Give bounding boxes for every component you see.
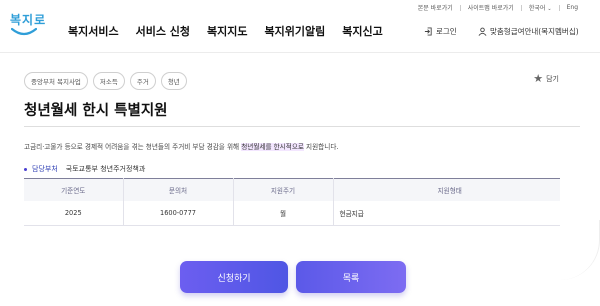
cell-contact: 1600-0777 — [123, 200, 234, 226]
service-info-table: 기준연도 문의처 지원주기 지원형태 2025 1600-0777 월 현금지급 — [24, 178, 560, 226]
tag-item[interactable]: 중앙부처 복지사업 — [24, 72, 88, 90]
nav-item-crisis-alert[interactable]: 복지위기알림 — [265, 23, 326, 39]
list-button[interactable]: 목록 — [296, 261, 406, 293]
department-info: 담당부처 국토교통부 청년주거정책과 — [24, 164, 145, 174]
column-header-year: 기준연도 — [24, 178, 124, 201]
table-header-row: 기준연도 문의처 지원주기 지원형태 — [24, 178, 560, 201]
login-icon — [424, 27, 432, 36]
page-title: 청년월세 한시 특별지원 — [24, 103, 168, 119]
column-header-contact: 문의처 — [123, 178, 234, 201]
apply-button[interactable]: 신청하기 — [180, 261, 288, 293]
description-text-end: 지원합니다. — [303, 143, 339, 151]
title-divider — [24, 126, 580, 127]
cell-year: 2025 — [24, 200, 124, 226]
language-label: 한국어 — [528, 5, 546, 12]
favorite-label: 담기 — [546, 74, 559, 83]
bullet-icon — [24, 167, 27, 171]
user-icon — [478, 27, 487, 36]
tag-item[interactable]: 저소득 — [92, 72, 125, 90]
divider — [558, 4, 560, 11]
column-header-type: 지원형태 — [333, 178, 560, 201]
tag-list: 중앙부처 복지사업 저소득 주거 청년 — [24, 72, 192, 90]
table-row: 2025 1600-0777 월 현금지급 — [24, 200, 560, 226]
login-label: 로그인 — [436, 27, 457, 36]
skip-to-content-link[interactable]: 본문 바로가기 — [418, 3, 453, 12]
column-header-cycle: 지원주기 — [233, 178, 334, 201]
cell-type: 현금지급 — [333, 200, 560, 226]
skip-to-sitemap-link[interactable]: 사이트맵 바로가기 — [468, 3, 514, 12]
nav-item-welfare-map[interactable]: 복지지도 — [207, 23, 247, 39]
description-highlight: 청년월세를 한시적으로 — [241, 143, 304, 151]
department-label: 담당부처 — [32, 165, 58, 173]
tag-item[interactable]: 주거 — [129, 72, 156, 90]
utility-bar: 본문 바로가기 사이트맵 바로가기 한국어 ⌄ Eng — [418, 3, 578, 12]
divider — [520, 4, 522, 11]
favorite-button[interactable]: ★ 담기 — [533, 72, 559, 85]
logo-smile-icon — [11, 27, 37, 36]
decorative-curve — [540, 220, 600, 280]
header-divider — [0, 52, 600, 53]
chevron-down-icon: ⌄ — [547, 6, 552, 12]
logo-text: 복지로 — [10, 13, 47, 27]
custom-benefit-label: 맞춤형급여안내(복지멤버십) — [490, 27, 579, 36]
tag-item[interactable]: 청년 — [160, 72, 187, 90]
star-icon: ★ — [533, 72, 544, 85]
login-link[interactable]: 로그인 — [424, 26, 457, 37]
custom-benefit-link[interactable]: 맞춤형급여안내(복지멤버십) — [478, 26, 579, 37]
service-description: 고금리·고물가 등으로 경제적 어려움을 겪는 청년들의 주거비 부담 경감을 … — [24, 141, 338, 151]
nav-item-welfare-services[interactable]: 복지서비스 — [68, 23, 119, 39]
main-nav: 복지서비스 서비스 신청 복지지도 복지위기알림 복지신고 — [68, 23, 400, 39]
divider — [459, 4, 461, 11]
nav-item-service-apply[interactable]: 서비스 신청 — [136, 23, 190, 39]
description-text: 고금리·고물가 등으로 경제적 어려움을 겪는 청년들의 주거비 부담 경감을 … — [24, 143, 242, 151]
cell-cycle: 월 — [233, 200, 334, 226]
nav-item-welfare-report[interactable]: 복지신고 — [342, 23, 382, 39]
language-select[interactable]: 한국어 ⌄ — [529, 3, 552, 12]
site-logo[interactable]: 복지로 — [10, 8, 50, 44]
english-link[interactable]: Eng — [567, 4, 578, 11]
department-value: 국토교통부 청년주거정책과 — [65, 165, 146, 173]
